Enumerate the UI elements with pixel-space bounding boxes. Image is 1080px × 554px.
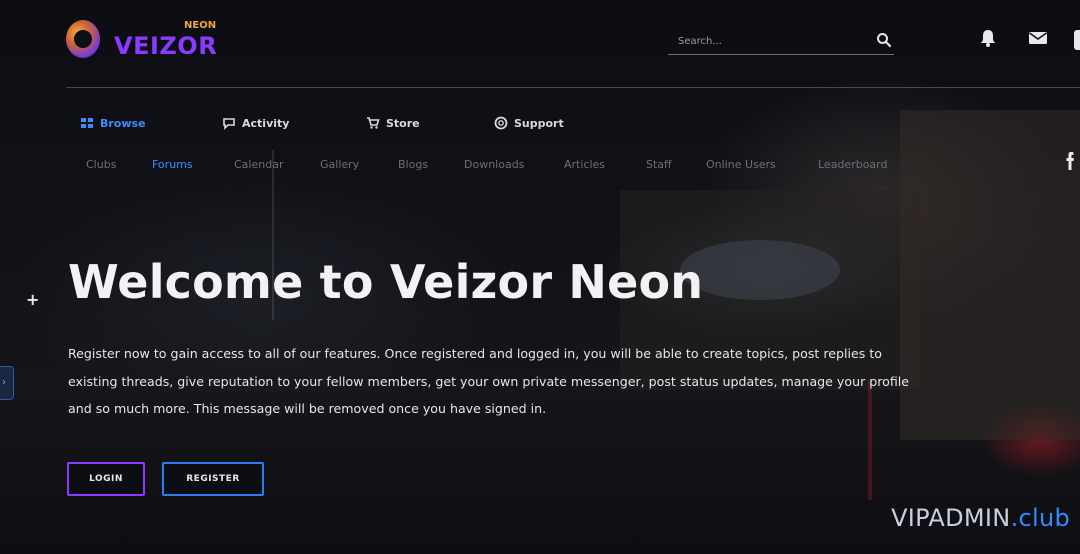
watermark-suffix: .club [1010,504,1070,532]
hero-title: Welcome to Veizor Neon [68,255,704,309]
subnav-online-users[interactable]: Online Users [706,158,776,171]
nav-store-label: Store [386,116,420,130]
envelope-icon[interactable] [1028,28,1048,48]
subnav-clubs[interactable]: Clubs [86,158,116,171]
chevron-right-icon: › [2,377,6,388]
grid-icon [81,118,93,128]
watermark-main: VIPADMIN [891,504,1011,532]
nav-store[interactable]: Store [366,116,420,130]
subnav-articles[interactable]: Articles [564,158,605,171]
search-bar [668,28,894,55]
user-menu-icon[interactable] [1074,30,1080,50]
logo-mark-icon [66,20,100,58]
chat-bubble-icon [223,118,235,130]
nav-activity-label: Activity [242,116,290,130]
subnav-forums[interactable]: Forums [152,158,193,171]
brand-logo[interactable]: VEIZOR NEON [66,18,218,64]
bell-icon[interactable] [978,28,998,48]
nav-browse[interactable]: Browse [80,116,146,130]
subnav-blogs[interactable]: Blogs [398,158,428,171]
subnav-gallery[interactable]: Gallery [320,158,359,171]
background-vehicle [680,240,840,300]
hero-description: Register now to gain access to all of ou… [68,346,910,416]
page: VEIZOR NEON Browse Act [0,0,1080,554]
register-button[interactable]: REGISTER [162,462,264,496]
nav-browse-label: Browse [100,116,146,130]
logo-wordmark: VEIZOR [114,32,218,60]
watermark: VIPADMIN.club [891,504,1070,532]
search-input[interactable] [676,30,870,52]
subnav-staff[interactable]: Staff [646,158,672,171]
header-divider [66,87,1080,88]
logo-tag: NEON [184,20,217,31]
nav-activity[interactable]: Activity [222,116,289,130]
search-icon[interactable] [876,32,892,48]
nav-support[interactable]: Support [494,116,564,130]
nav-support-label: Support [514,116,564,130]
facebook-icon[interactable] [1060,148,1080,174]
lifebuoy-icon [494,116,508,130]
cart-icon [367,117,380,129]
login-button[interactable]: LOGIN [67,462,145,496]
plus-icon[interactable]: + [26,290,39,309]
subnav-downloads[interactable]: Downloads [464,158,524,171]
side-drawer-toggle[interactable]: › [0,366,14,400]
subnav-leaderboard[interactable]: Leaderboard [818,158,887,171]
subnav-calendar[interactable]: Calendar [234,158,283,171]
